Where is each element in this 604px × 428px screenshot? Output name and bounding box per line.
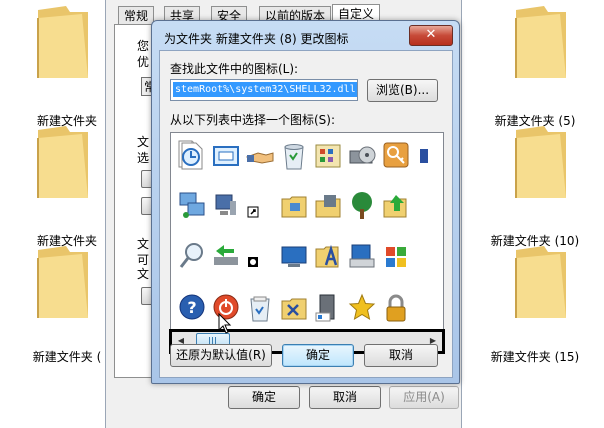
icon-cell[interactable] xyxy=(345,289,379,327)
properties-ok-button[interactable]: 确定 xyxy=(228,386,300,409)
search-icon xyxy=(179,243,203,268)
cancel-button[interactable]: 取消 xyxy=(364,344,438,367)
folder-icon xyxy=(515,126,566,198)
tree-icon xyxy=(352,192,372,219)
icon-cell[interactable] xyxy=(175,137,209,175)
properties-text-fragment: 文 xyxy=(137,267,150,281)
folder-item[interactable]: 新建文件夹 xyxy=(12,0,102,128)
icon-cell[interactable] xyxy=(277,137,311,175)
icon-cell[interactable] xyxy=(175,237,209,275)
icon-cell[interactable] xyxy=(277,187,311,225)
icon-cell[interactable] xyxy=(345,187,379,225)
folder-item[interactable]: 新建文件夹 xyxy=(12,120,102,248)
folder-item[interactable]: 新建文件夹 (5) xyxy=(490,0,580,128)
icon-cell[interactable] xyxy=(311,237,345,275)
folder-icon xyxy=(37,246,88,318)
printer-computer-icon xyxy=(349,244,375,268)
shortcut-arrow-icon xyxy=(247,206,259,218)
icon-list-label: 从以下列表中选择一个图标(S): xyxy=(170,113,336,127)
properties-text-fragment: 选 xyxy=(137,151,150,165)
folder-item[interactable]: 新建文件夹 (10) xyxy=(490,120,580,248)
padlock-icon xyxy=(386,294,406,322)
folder-icon xyxy=(37,6,88,78)
window-icon xyxy=(213,146,239,166)
network-computer-icon xyxy=(179,192,205,218)
windows-logo-icon xyxy=(386,247,406,267)
icon-cell[interactable] xyxy=(243,137,277,175)
icon-cell[interactable] xyxy=(209,187,243,225)
dialog-title: 为文件夹 新建文件夹 (8) 更改图标 xyxy=(164,32,349,46)
icon-file-path-value: stemRoot%\system32\SHELL32.dll xyxy=(173,82,357,97)
svg-text:?: ? xyxy=(187,298,196,317)
icon-cell[interactable] xyxy=(345,137,379,175)
mouse-pointer-icon xyxy=(218,313,232,334)
folder-icon xyxy=(515,246,566,318)
icon-cell[interactable] xyxy=(311,289,345,327)
find-icons-label: 查找此文件中的图标(L): xyxy=(170,62,299,76)
icon-cell[interactable] xyxy=(243,187,277,225)
floppy-folder-icon xyxy=(315,195,341,218)
icon-cell[interactable] xyxy=(209,237,243,275)
folder-icon xyxy=(515,6,566,78)
icon-cell[interactable] xyxy=(175,187,209,225)
dvd-drive-icon xyxy=(349,146,376,164)
browse-button[interactable]: 浏览(B)... xyxy=(367,79,438,102)
close-button[interactable]: ✕ xyxy=(409,25,453,46)
tools-folder-icon xyxy=(281,298,307,320)
properties-text-fragment: 文 xyxy=(137,135,150,149)
icon-cell[interactable] xyxy=(311,187,345,225)
recycle-bin-full-icon xyxy=(250,296,270,322)
close-icon: ✕ xyxy=(425,27,437,42)
ok-button[interactable]: 确定 xyxy=(282,344,354,367)
properties-apply-button: 应用(A) xyxy=(389,386,459,409)
icon-cell[interactable] xyxy=(379,289,413,327)
recycle-bin-icon xyxy=(284,144,304,170)
handshake-icon xyxy=(246,152,274,164)
tab-general[interactable]: 常规 xyxy=(118,6,155,25)
folder-options-icon xyxy=(281,196,307,218)
folder-up-arrow-icon xyxy=(383,195,407,218)
icon-cell[interactable] xyxy=(277,289,311,327)
properties-text-fragment: 您 xyxy=(137,39,150,53)
small-disc-icon xyxy=(248,257,258,267)
icon-cell[interactable] xyxy=(413,137,443,175)
icon-list: ? xyxy=(170,132,444,340)
computer-tower-icon xyxy=(315,294,335,322)
icon-cell[interactable] xyxy=(379,187,413,225)
icon-cell[interactable]: ? xyxy=(175,289,209,327)
folder-item[interactable]: 新建文件夹 (15) xyxy=(490,240,580,364)
change-icon-dialog: 为文件夹 新建文件夹 (8) 更改图标 ✕ 查找此文件中的图标(L): stem… xyxy=(151,20,460,384)
favorite-star-icon xyxy=(348,293,376,321)
folder-label: 新建文件夹 (15) xyxy=(490,350,580,364)
control-panel-icon xyxy=(315,144,341,168)
clock-document-icon xyxy=(181,142,203,170)
properties-cancel-button[interactable]: 取消 xyxy=(309,386,381,409)
icon-cell[interactable] xyxy=(379,237,413,275)
properties-text-fragment: 文 xyxy=(137,237,150,251)
icon-cell[interactable] xyxy=(209,137,243,175)
partial-icon xyxy=(420,149,428,163)
restore-default-button[interactable]: 还原为默认值(R) xyxy=(170,344,272,367)
properties-text-fragment: 优 xyxy=(137,55,150,69)
help-icon: ? xyxy=(179,294,205,320)
monitor-icon xyxy=(215,194,236,215)
green-arrow-drive-icon xyxy=(214,245,238,265)
icon-cell[interactable] xyxy=(243,237,277,275)
icon-cell[interactable] xyxy=(277,237,311,275)
icon-file-path-input[interactable]: stemRoot%\system32\SHELL32.dll xyxy=(170,79,358,101)
key-icon xyxy=(383,142,409,168)
folder-icon xyxy=(37,126,88,198)
folder-item[interactable]: 新建文件夹 ( xyxy=(12,240,102,364)
icon-cell[interactable] xyxy=(345,237,379,275)
icon-cell[interactable] xyxy=(311,137,345,175)
font-folder-icon xyxy=(315,244,339,268)
icon-cell[interactable] xyxy=(243,289,277,327)
desktop-icon xyxy=(281,246,307,267)
icon-cell[interactable] xyxy=(379,137,413,175)
